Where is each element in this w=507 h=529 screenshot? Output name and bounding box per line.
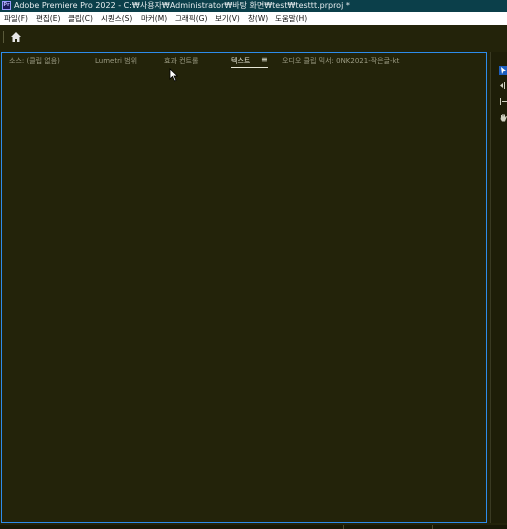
tab-lumetri-scopes[interactable]: Lumetri 범위 <box>95 56 137 66</box>
window-title: Adobe Premiere Pro 2022 - C:₩사용자₩Adminis… <box>14 1 350 10</box>
active-tab-indicator <box>231 67 268 68</box>
toolbar-grip <box>3 31 4 43</box>
menu-help[interactable]: 도움말(H) <box>275 12 307 25</box>
tab-audio-clip-mixer[interactable]: 오디오 클립 믹서: 0NK2021-작은글-kt <box>282 56 399 66</box>
tab-text[interactable]: 텍스트 <box>231 56 250 66</box>
menu-graphics[interactable]: 그래픽(G) <box>175 12 207 25</box>
menu-sequence[interactable]: 시퀀스(S) <box>101 12 132 25</box>
panel-tabs: 소스: (클립 없음) Lumetri 범위 효과 컨트롤 텍스트 ≡ 오디오 … <box>2 53 488 69</box>
menu-bar: 파일(F) 편집(E) 클립(C) 시퀀스(S) 마커(M) 그래픽(G) 보기… <box>0 12 507 25</box>
menu-edit[interactable]: 편집(E) <box>36 12 60 25</box>
tab-source[interactable]: 소스: (클립 없음) <box>9 56 60 66</box>
menu-clip[interactable]: 클립(C) <box>68 12 93 25</box>
mouse-cursor-icon <box>169 68 178 82</box>
selection-tool-icon[interactable] <box>499 66 507 75</box>
tools-panel <box>490 52 507 523</box>
menu-file[interactable]: 파일(F) <box>4 12 28 25</box>
window-title-bar: Pr Adobe Premiere Pro 2022 - C:₩사용자₩Admi… <box>0 0 507 12</box>
status-divider <box>432 525 433 529</box>
effect-panel-group: 소스: (클립 없음) Lumetri 범위 효과 컨트롤 텍스트 ≡ 오디오 … <box>1 52 487 523</box>
status-divider <box>343 525 344 529</box>
track-select-icon[interactable] <box>499 81 507 90</box>
tab-effect-controls[interactable]: 효과 컨트롤 <box>164 56 198 66</box>
home-icon[interactable] <box>10 31 22 43</box>
premiere-app-icon: Pr <box>2 1 11 10</box>
menu-window[interactable]: 창(W) <box>248 12 268 25</box>
hand-tool-icon[interactable] <box>499 113 507 122</box>
menu-view[interactable]: 보기(V) <box>215 12 240 25</box>
ripple-edit-icon[interactable] <box>499 97 507 106</box>
menu-marker[interactable]: 마커(M) <box>141 12 167 25</box>
tab-menu-icon[interactable]: ≡ <box>261 55 268 65</box>
workspace-toolbar <box>0 25 507 49</box>
panel-content-area <box>2 69 486 522</box>
status-bar <box>0 525 507 529</box>
